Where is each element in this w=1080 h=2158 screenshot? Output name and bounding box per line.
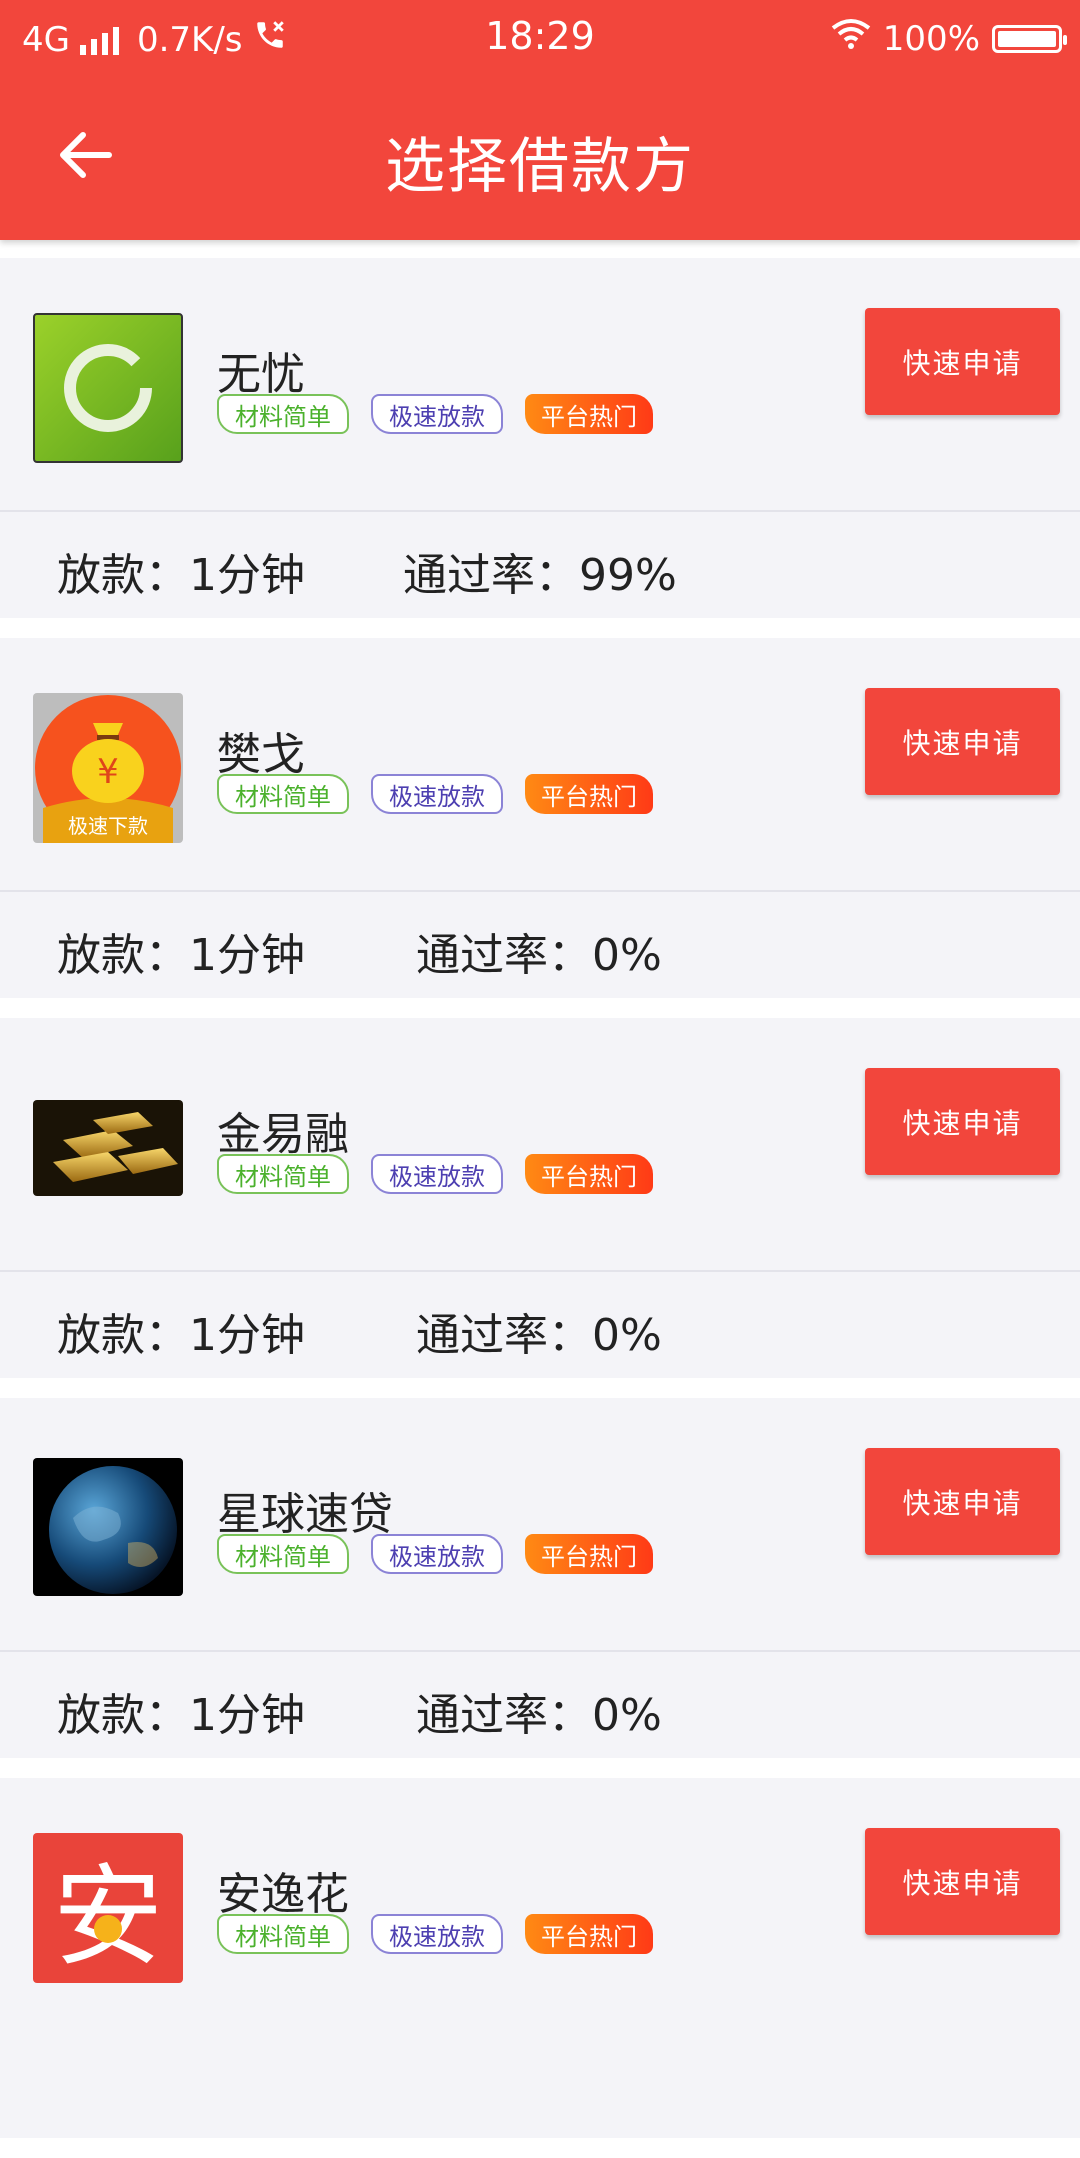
- tag-hot: 平台热门: [525, 1154, 653, 1194]
- lender-name: 无忧: [217, 349, 305, 400]
- lender-card: 星球速贷 材料简单 极速放款 平台热门 快速申请 放款：1分钟 通过率：0%: [0, 1398, 1080, 1758]
- rate-label: 通过率：: [416, 930, 592, 981]
- logo-text: 极速下款: [68, 814, 148, 838]
- tag-simple: 材料简单: [217, 1534, 349, 1574]
- earth-logo-icon: [33, 1458, 183, 1596]
- tag-fast: 极速放款: [371, 1154, 503, 1194]
- tag-hot: 平台热门: [525, 774, 653, 814]
- tag-list: 材料简单 极速放款 平台热门: [217, 1914, 653, 1954]
- apply-button[interactable]: 快速申请: [865, 1068, 1060, 1175]
- tag-list: 材料简单 极速放款 平台热门: [217, 774, 653, 814]
- divider: [0, 510, 1080, 512]
- lender-card-top: 安 安逸花 材料简单 极速放款 平台热门 快速申请: [0, 1778, 1080, 2030]
- pass-rate: 通过率：0%: [416, 919, 662, 983]
- tag-fast: 极速放款: [371, 394, 503, 434]
- lender-stats: 放款：1分钟 通过率：0%: [0, 1654, 1080, 1758]
- apply-button[interactable]: 快速申请: [865, 308, 1060, 415]
- tag-hot: 平台热门: [525, 1914, 653, 1954]
- lender-card-top: 无忧 材料简单 极速放款 平台热门 快速申请: [0, 258, 1080, 510]
- lender-card: ¥ 极速下款 樊戈 材料简单 极速放款 平台热门 快速申请 放款：1分钟 通过率…: [0, 638, 1080, 998]
- tag-fast: 极速放款: [371, 774, 503, 814]
- lender-name: 金易融: [217, 1109, 349, 1160]
- pass-rate: 通过率：0%: [416, 1299, 662, 1363]
- money-bag-logo-icon: ¥ 极速下款: [33, 693, 183, 843]
- lender-card: 无忧 材料简单 极速放款 平台热门 快速申请 放款：1分钟 通过率：99%: [0, 258, 1080, 618]
- tag-simple: 材料简单: [217, 774, 349, 814]
- status-right: 100%: [831, 18, 1067, 59]
- lender-card-top: ¥ 极速下款 樊戈 材料简单 极速放款 平台热门 快速申请: [0, 638, 1080, 890]
- lender-name: 星球速贷: [217, 1489, 393, 1540]
- lender-list: 无忧 材料简单 极速放款 平台热门 快速申请 放款：1分钟 通过率：99% ¥ …: [0, 258, 1080, 2158]
- loan-time-value: 1分钟: [189, 1310, 305, 1361]
- lender-card-top: 金易融 材料简单 极速放款 平台热门 快速申请: [0, 1018, 1080, 1270]
- tag-simple: 材料简单: [217, 1154, 349, 1194]
- status-bar: 4G 0.7K/s 18:29 100%: [0, 0, 1080, 75]
- title-bar: 选择借款方: [0, 100, 1080, 210]
- divider: [0, 1270, 1080, 1272]
- gold-bars-logo-icon: [33, 1100, 183, 1196]
- divider: [0, 890, 1080, 892]
- rate-value: 0%: [592, 930, 662, 981]
- lender-name: 樊戈: [217, 729, 305, 780]
- lender-name: 安逸花: [217, 1869, 349, 1920]
- apply-button[interactable]: 快速申请: [865, 1448, 1060, 1555]
- app-header: 4G 0.7K/s 18:29 100% 选择借款方: [0, 0, 1080, 240]
- anyihua-logo-icon: 安: [33, 1833, 183, 1983]
- tag-hot: 平台热门: [525, 394, 653, 434]
- loan-label: 放款：: [57, 1690, 189, 1741]
- rate-label: 通过率：: [403, 550, 579, 601]
- loan-time: 放款：1分钟: [57, 1679, 305, 1743]
- pass-rate: 通过率：99%: [403, 539, 677, 603]
- loan-time-value: 1分钟: [189, 1690, 305, 1741]
- tag-list: 材料简单 极速放款 平台热门: [217, 394, 653, 434]
- lender-card: 金易融 材料简单 极速放款 平台热门 快速申请 放款：1分钟 通过率：0%: [0, 1018, 1080, 1378]
- lender-stats: 放款：1分钟 通过率：0%: [0, 1274, 1080, 1378]
- apply-button[interactable]: 快速申请: [865, 688, 1060, 795]
- lender-stats: 放款：1分钟 通过率：0%: [0, 894, 1080, 998]
- rate-label: 通过率：: [416, 1690, 592, 1741]
- battery-percent: 100%: [882, 18, 980, 59]
- pass-rate: 通过率：0%: [416, 1679, 662, 1743]
- page-title: 选择借款方: [385, 132, 695, 202]
- tag-hot: 平台热门: [525, 1534, 653, 1574]
- rate-label: 通过率：: [416, 1310, 592, 1361]
- green-ring-logo-icon: [33, 313, 183, 463]
- tag-fast: 极速放款: [371, 1914, 503, 1954]
- loan-label: 放款：: [57, 930, 189, 981]
- loan-time-value: 1分钟: [189, 930, 305, 981]
- wifi-icon: [831, 18, 871, 59]
- rate-value: 0%: [592, 1690, 662, 1741]
- battery-icon: [992, 24, 1067, 53]
- tag-list: 材料简单 极速放款 平台热门: [217, 1154, 653, 1194]
- loan-time: 放款：1分钟: [57, 539, 305, 603]
- tag-fast: 极速放款: [371, 1534, 503, 1574]
- lender-stats: 放款：1分钟 通过率：99%: [0, 514, 1080, 618]
- rate-value: 99%: [579, 550, 677, 601]
- loan-label: 放款：: [57, 1310, 189, 1361]
- loan-time-value: 1分钟: [189, 550, 305, 601]
- rate-value: 0%: [592, 1310, 662, 1361]
- lender-card: 安 安逸花 材料简单 极速放款 平台热门 快速申请: [0, 1778, 1080, 2138]
- loan-time: 放款：1分钟: [57, 919, 305, 983]
- loan-time: 放款：1分钟: [57, 1299, 305, 1363]
- apply-button[interactable]: 快速申请: [865, 1828, 1060, 1935]
- svg-text:¥: ¥: [97, 752, 119, 792]
- divider: [0, 1650, 1080, 1652]
- lender-card-top: 星球速贷 材料简单 极速放款 平台热门 快速申请: [0, 1398, 1080, 1650]
- tag-simple: 材料简单: [217, 1914, 349, 1954]
- tag-simple: 材料简单: [217, 394, 349, 434]
- loan-label: 放款：: [57, 550, 189, 601]
- tag-list: 材料简单 极速放款 平台热门: [217, 1534, 653, 1574]
